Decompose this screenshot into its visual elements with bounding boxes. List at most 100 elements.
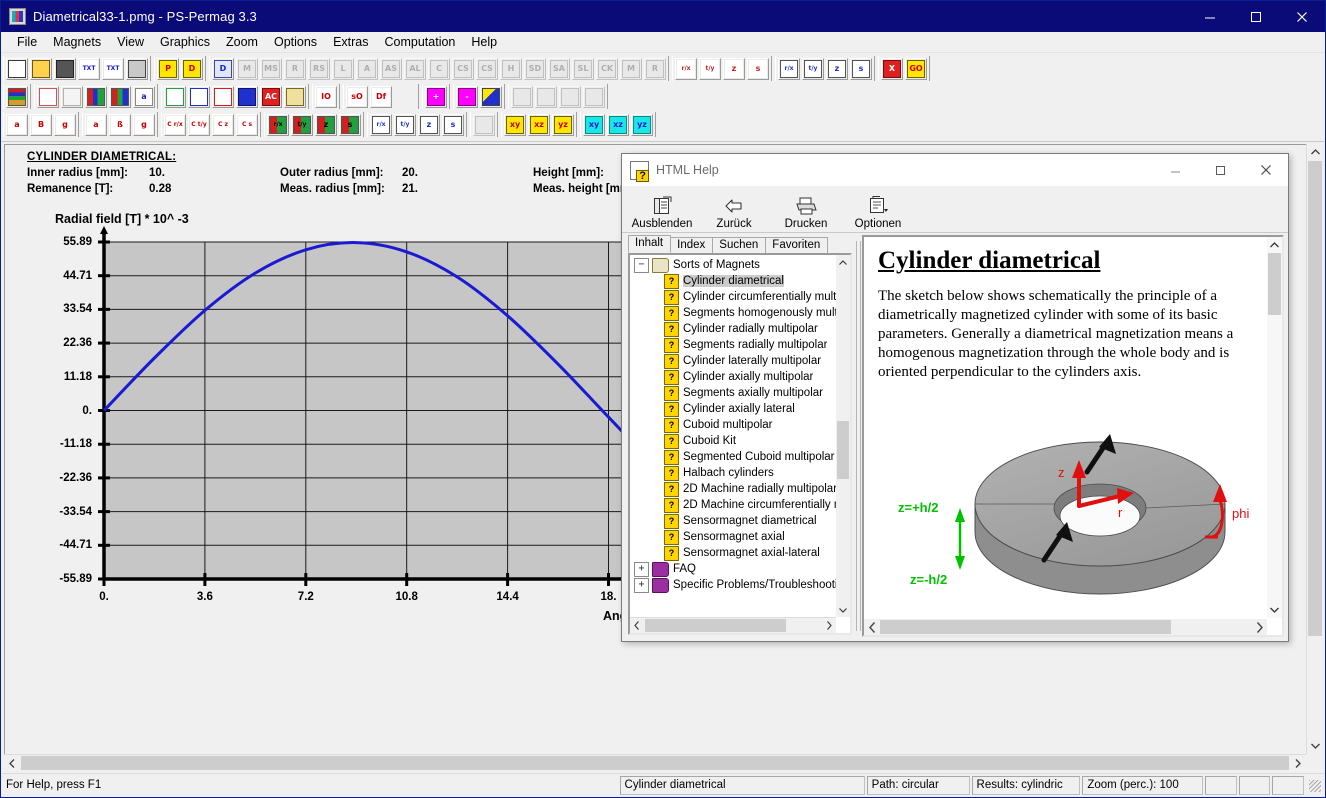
text-beta[interactable]: B: [30, 114, 52, 136]
help-content-horizontal-scrollbar[interactable]: [864, 619, 1267, 635]
magnet-3d-al[interactable]: AL: [404, 58, 426, 80]
plus-minus[interactable]: [394, 86, 416, 108]
magnet-3d-m[interactable]: M: [236, 58, 258, 80]
comp-s[interactable]: C s: [236, 114, 258, 136]
text-g[interactable]: g: [54, 114, 76, 136]
rotate-view[interactable]: [511, 86, 533, 108]
magnet-3d-rs[interactable]: RS: [308, 58, 330, 80]
tree-horizontal-scrollbar[interactable]: [630, 617, 836, 633]
vertical-align[interactable]: [559, 86, 581, 108]
scroll-up-icon[interactable]: [1307, 144, 1323, 160]
magnet-3d-h[interactable]: H: [500, 58, 522, 80]
surf-xz[interactable]: xz: [607, 114, 629, 136]
help-hide-button[interactable]: Ausblenden: [626, 194, 698, 232]
resize-grip-icon[interactable]: [1306, 777, 1322, 793]
path-r-x[interactable]: r/x: [675, 58, 697, 80]
magnet-3d-cs[interactable]: CS: [452, 58, 474, 80]
df-button[interactable]: Df: [370, 86, 392, 108]
magnet-2d-r[interactable]: R: [644, 58, 666, 80]
menu-help[interactable]: Help: [463, 33, 505, 51]
menu-graphics[interactable]: Graphics: [152, 33, 218, 51]
tree-scroll-down-icon[interactable]: [836, 603, 850, 617]
tree-item[interactable]: ?Halbach cylinders: [630, 465, 836, 481]
content-scroll-left-icon[interactable]: [864, 619, 880, 635]
tab-index[interactable]: Index: [670, 237, 713, 253]
axes-arrows[interactable]: [188, 86, 210, 108]
dotted-line[interactable]: [212, 86, 234, 108]
help-close-button[interactable]: [1243, 154, 1288, 186]
tree-hscroll-thumb[interactable]: [645, 619, 786, 632]
proj-yz[interactable]: yz: [552, 114, 574, 136]
tree-item[interactable]: ?Cylinder diametrical: [630, 273, 836, 289]
menu-view[interactable]: View: [109, 33, 152, 51]
tree-item[interactable]: ?Segments radially multipolar: [630, 337, 836, 353]
print[interactable]: [126, 58, 148, 80]
plot-z[interactable]: z: [826, 58, 848, 80]
tree-scroll-right-icon[interactable]: [822, 618, 836, 633]
tree-scroll-left-icon[interactable]: [630, 618, 644, 633]
help-options-button[interactable]: Optionen: [842, 194, 914, 232]
tree-item[interactable]: +FAQ: [630, 561, 836, 577]
tab-favoriten[interactable]: Favoriten: [765, 237, 828, 253]
save-file[interactable]: [54, 58, 76, 80]
horizontal-scroll-thumb[interactable]: [21, 756, 1289, 770]
tree-item[interactable]: ?2D Machine radially multipolar: [630, 481, 836, 497]
tree-item[interactable]: ?Cylinder axially multipolar: [630, 369, 836, 385]
bar-rx[interactable]: r/x: [267, 114, 289, 136]
curve-beta[interactable]: ß: [109, 114, 131, 136]
magnet-data[interactable]: D: [181, 58, 203, 80]
path-t-y[interactable]: t/y: [699, 58, 721, 80]
surface-plot[interactable]: [473, 114, 495, 136]
scroll-down-icon[interactable]: [1307, 738, 1323, 754]
table-view[interactable]: [284, 86, 306, 108]
magnet-3d-cs2[interactable]: CS: [476, 58, 498, 80]
help-print-button[interactable]: Drucken: [770, 194, 842, 232]
tree-item[interactable]: ?Segments axially multipolar: [630, 385, 836, 401]
bar-s[interactable]: s: [339, 114, 361, 136]
magnet-2d-m[interactable]: M: [620, 58, 642, 80]
magnet-3d-l[interactable]: L: [332, 58, 354, 80]
tree-item[interactable]: ?Cuboid multipolar: [630, 417, 836, 433]
bar-z[interactable]: z: [315, 114, 337, 136]
bar-chart[interactable]: [85, 86, 107, 108]
magnet-3d-sa[interactable]: SA: [548, 58, 570, 80]
tree-item[interactable]: +Specific Problems/Troubleshooting: [630, 577, 836, 593]
tree-item[interactable]: −Sorts of Magnets: [630, 257, 836, 273]
tree-scroll-up-icon[interactable]: [836, 255, 850, 269]
crosshair[interactable]: [164, 86, 186, 108]
surf-yz[interactable]: yz: [631, 114, 653, 136]
proj-xz[interactable]: xz: [528, 114, 550, 136]
so-button[interactable]: sO: [346, 86, 368, 108]
tree-scroll-track[interactable]: [837, 269, 849, 603]
comp-ty[interactable]: C t/y: [188, 114, 210, 136]
expand-icon[interactable]: +: [634, 562, 649, 577]
magnet-3d-c[interactable]: C: [428, 58, 450, 80]
legend-toggle[interactable]: [6, 86, 28, 108]
tree-item[interactable]: ?Cylinder radially multipolar: [630, 321, 836, 337]
vertical-scroll-thumb[interactable]: [1308, 161, 1322, 636]
new-file[interactable]: [6, 58, 28, 80]
tree-vertical-scrollbar[interactable]: [836, 255, 850, 617]
tree-item[interactable]: ?Cylinder laterally multipolar: [630, 353, 836, 369]
scroll-left-icon[interactable]: [4, 755, 20, 771]
tree-item[interactable]: ?Sensormagnet diametrical: [630, 513, 836, 529]
export-txt-curve[interactable]: TXT: [102, 58, 124, 80]
go-button[interactable]: GO: [905, 58, 927, 80]
chart-ty[interactable]: t/y: [394, 114, 416, 136]
menu-file[interactable]: File: [9, 33, 45, 51]
help-minimize-button[interactable]: [1153, 154, 1198, 186]
text-a[interactable]: a: [6, 114, 28, 136]
document-horizontal-scrollbar[interactable]: [4, 754, 1306, 771]
close-button[interactable]: [1279, 1, 1325, 32]
tree-item[interactable]: ?Sensormagnet axial-lateral: [630, 545, 836, 561]
magnet-3d-a[interactable]: A: [356, 58, 378, 80]
surf-xy[interactable]: xy: [583, 114, 605, 136]
plot-s[interactable]: s: [850, 58, 872, 80]
scroll-right-icon[interactable]: [1290, 755, 1306, 771]
tree-item[interactable]: ?Segmented Cuboid multipolar: [630, 449, 836, 465]
chart-style[interactable]: [480, 86, 502, 108]
content-scroll-up-icon[interactable]: [1267, 237, 1282, 253]
document-vertical-scrollbar[interactable]: [1306, 144, 1323, 754]
zoom-in[interactable]: +: [425, 86, 447, 108]
expand-icon[interactable]: +: [634, 578, 649, 593]
